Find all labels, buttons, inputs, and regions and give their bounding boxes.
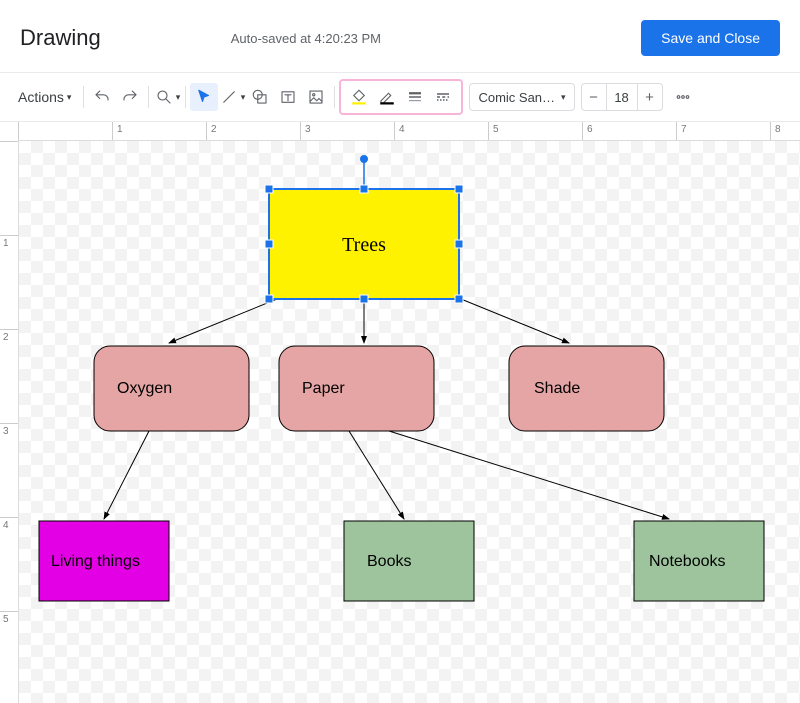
cursor-icon	[195, 88, 213, 106]
select-tool[interactable]	[190, 83, 218, 111]
dialog-title: Drawing	[20, 25, 101, 51]
pencil-icon	[378, 88, 396, 106]
textbox-tool[interactable]	[274, 83, 302, 111]
chevron-down-icon: ▾	[176, 92, 181, 103]
font-name-label: Comic San…	[478, 90, 555, 105]
resize-handle-n[interactable]	[360, 185, 368, 193]
node-shade-label: Shade	[534, 380, 580, 397]
shape-icon	[251, 88, 269, 106]
textbox-icon	[279, 88, 297, 106]
arrow[interactable]	[389, 431, 669, 519]
resize-handle-nw[interactable]	[265, 185, 273, 193]
resize-handle-w[interactable]	[265, 240, 273, 248]
border-dash-button[interactable]	[429, 83, 457, 111]
separator	[334, 86, 335, 108]
undo-icon	[93, 88, 111, 106]
node-notebooks-label: Notebooks	[649, 553, 726, 570]
more-options-button[interactable]	[669, 83, 697, 111]
zoom-button[interactable]: ▾	[153, 83, 181, 111]
resize-handle-ne[interactable]	[455, 185, 463, 193]
autosave-status: Auto-saved at 4:20:23 PM	[231, 31, 381, 46]
font-size-input[interactable]: 18	[606, 84, 638, 110]
diagram-svg: Trees Oxygen Paper Shade Living th	[19, 141, 800, 703]
resize-handle-sw[interactable]	[265, 295, 273, 303]
fill-color-button[interactable]	[345, 83, 373, 111]
separator	[185, 86, 186, 108]
resize-handle-se[interactable]	[455, 295, 463, 303]
shape-tool[interactable]	[246, 83, 274, 111]
image-icon	[307, 88, 325, 106]
node-paper-label: Paper	[302, 380, 345, 397]
font-size-stepper[interactable]: − 18 +	[581, 83, 663, 111]
actions-menu-button[interactable]: Actions ▾	[10, 83, 79, 111]
font-family-select[interactable]: Comic San… ▾	[469, 83, 574, 111]
actions-label: Actions	[18, 89, 64, 105]
border-color-button[interactable]	[373, 83, 401, 111]
horizontal-ruler	[18, 122, 800, 141]
increase-font-button[interactable]: +	[638, 84, 662, 110]
border-weight-icon	[406, 88, 424, 106]
redo-icon	[121, 88, 139, 106]
resize-handle-s[interactable]	[360, 295, 368, 303]
redo-button[interactable]	[116, 83, 144, 111]
node-books-label: Books	[367, 553, 411, 570]
image-tool[interactable]	[302, 83, 330, 111]
chevron-down-icon: ▾	[241, 92, 246, 103]
arrow[interactable]	[104, 431, 149, 519]
border-dash-icon	[434, 88, 452, 106]
separator	[148, 86, 149, 108]
node-shade[interactable]	[509, 346, 664, 431]
chevron-down-icon: ▾	[561, 92, 566, 103]
arrow[interactable]	[349, 431, 404, 519]
separator	[83, 86, 84, 108]
border-weight-button[interactable]	[401, 83, 429, 111]
chevron-down-icon: ▾	[67, 92, 72, 103]
vertical-ruler	[0, 141, 19, 703]
highlighted-formatting-group	[339, 79, 463, 115]
node-trees-label: Trees	[342, 234, 386, 256]
line-icon	[220, 88, 238, 106]
undo-button[interactable]	[88, 83, 116, 111]
drawing-canvas[interactable]: Trees Oxygen Paper Shade Living th	[19, 141, 800, 703]
save-and-close-button[interactable]: Save and Close	[641, 20, 780, 56]
zoom-icon	[155, 88, 173, 106]
rotate-handle[interactable]	[360, 155, 368, 163]
more-icon	[674, 88, 692, 106]
node-living-things-label: Living things	[51, 553, 140, 570]
fill-icon	[350, 88, 368, 106]
line-tool[interactable]: ▾	[218, 83, 246, 111]
decrease-font-button[interactable]: −	[582, 84, 606, 110]
resize-handle-e[interactable]	[455, 240, 463, 248]
node-oxygen-label: Oxygen	[117, 380, 172, 397]
